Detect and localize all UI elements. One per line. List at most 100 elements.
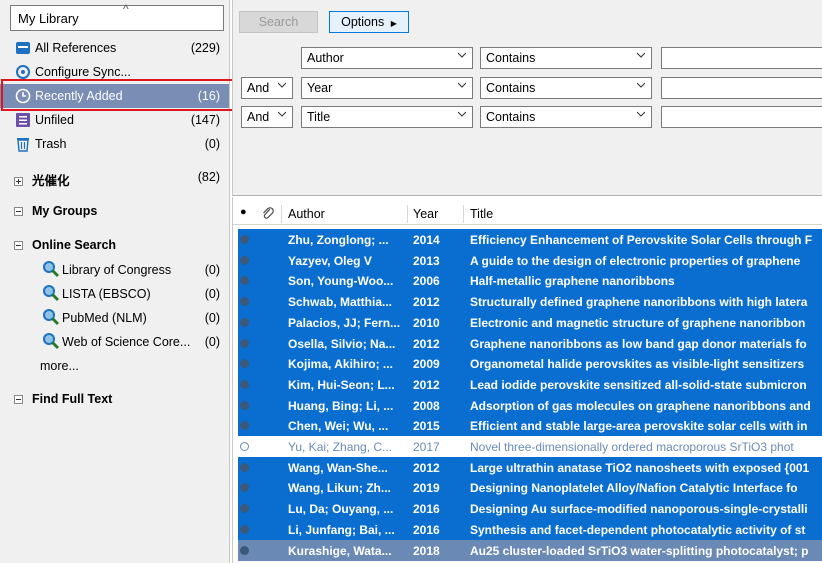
read-status-dot-icon[interactable] [240,379,249,389]
collapse-icon[interactable] [14,207,23,216]
search-text-input-2[interactable] [661,77,822,99]
table-row[interactable]: Yu, Kai; Zhang, C... 2017 Novel three-dime… [238,436,822,457]
select-value: Contains [486,51,536,65]
column-separator[interactable] [407,205,408,223]
online-search-label: Library of Congress [62,263,172,277]
read-status-column-icon[interactable]: ● [240,206,247,218]
column-header-author[interactable]: Author [288,207,325,221]
read-status-dot-icon[interactable] [240,338,249,348]
online-search-web-of-science[interactable]: Web of Science Core... (0) [40,329,229,353]
search-operator-select-3[interactable]: Contains [480,106,652,128]
row-year: 2012 [413,336,440,351]
search-text-input-3[interactable] [661,106,822,128]
sidebar-item-count: (16) [197,89,220,103]
read-status-dot-icon[interactable] [240,524,249,534]
online-search-header[interactable]: Online Search [14,238,116,252]
my-groups-header[interactable]: My Groups [14,204,97,218]
online-search-lista[interactable]: LISTA (EBSCO) (0) [40,281,229,305]
table-row[interactable]: Kim, Hui-Seon; L... 2012 Lead iodide perov… [238,373,822,395]
row-title: Organometal halide perovskites as visibl… [470,357,805,372]
search-operator-select-2[interactable]: Contains [480,77,652,99]
library-selector[interactable]: ^ My Library [10,2,224,31]
read-status-dot-icon[interactable] [240,317,249,327]
column-separator[interactable] [281,205,282,223]
search-button[interactable]: Search [239,11,318,33]
sidebar-item-unfiled[interactable]: Unfiled (147) [0,108,229,132]
search-icon [43,333,60,350]
row-author: Osella, Silvio; Na... [288,336,396,351]
read-status-dot-icon[interactable] [240,276,249,286]
table-row[interactable]: Zhu, Zonglong; ... 2014 Efficiency Enhance… [238,229,822,250]
collapse-icon[interactable] [14,395,23,404]
collapse-icon[interactable] [14,241,23,250]
all-references-icon [16,42,30,54]
search-operator-select-1[interactable]: Contains [480,47,652,69]
table-row[interactable]: Wang, Likun; Zh... 2019 Designing Nanoplat… [238,477,822,499]
sidebar-item-count: (229) [190,41,220,55]
table-row[interactable]: Schwab, Matthia... 2012 Structurally defin… [238,291,822,313]
table-row[interactable]: Li, Junfang; Bai, ... 2016 Synthesis and f… [238,518,822,540]
read-status-dot-icon[interactable] [240,255,249,265]
read-status-dot-icon[interactable] [240,483,249,493]
table-row[interactable]: Osella, Silvio; Na... 2012 Graphene nanori… [238,332,822,354]
table-row[interactable]: Wang, Wan-She... 2012 Large ultrathin anat… [238,456,822,478]
column-header-title[interactable]: Title [470,207,493,221]
read-status-dot-icon[interactable] [240,400,249,410]
search-text-input-1[interactable] [661,47,822,69]
table-row[interactable]: Chen, Wei; Wu, ... 2015 Efficient and stab… [238,415,822,437]
expand-icon[interactable] [14,177,23,186]
row-author: Yu, Kai; Zhang, C... [288,440,393,454]
row-year: 2006 [413,274,440,289]
chevron-down-icon [458,52,466,58]
read-status-dot-icon[interactable] [240,504,249,514]
online-search-more-link[interactable]: more... [40,359,79,373]
options-label: Options [341,15,385,29]
row-title: Au25 cluster-loaded SrTiO3 water-splitti… [470,543,809,558]
row-year: 2008 [413,398,440,413]
online-search-pubmed[interactable]: PubMed (NLM) (0) [40,305,229,329]
online-search-library-of-congress[interactable]: Library of Congress (0) [40,257,229,281]
triangle-right-icon: ▶ [390,19,397,28]
read-status-dot-icon[interactable] [240,462,249,472]
find-full-text-header[interactable]: Find Full Text [14,392,112,406]
read-status-dot-icon[interactable] [240,235,249,244]
read-status-dot-icon[interactable] [240,359,249,369]
table-row[interactable]: Lu, Da; Ouyang, ... 2016 Designing Au surf… [238,498,822,520]
column-separator[interactable] [463,205,464,223]
read-status-dot-icon[interactable] [240,421,249,431]
row-title: Half-metallic graphene nanoribbons [470,274,675,289]
table-row[interactable]: Yazyev, Oleg V 2013 A guide to the design … [238,249,822,271]
group-label: Online Search [32,238,117,252]
sidebar-item-configure-sync[interactable]: Configure Sync... [0,60,229,84]
unread-status-dot-icon[interactable] [240,442,249,451]
search-field-select-3[interactable]: Title [301,106,473,128]
table-row[interactable]: Huang, Bing; Li, ... 2008 Adsorption of ga… [238,394,822,416]
row-author: Zhu, Zonglong; ... [288,233,389,247]
online-search-count: (0) [204,311,220,325]
sidebar-item-recently-added[interactable]: Recently Added (16) [0,84,229,108]
options-button[interactable]: Options ▶ [329,11,409,33]
column-header-year[interactable]: Year [413,207,438,221]
sidebar-item-trash[interactable]: Trash (0) [0,132,229,156]
read-status-dot-icon[interactable] [240,297,249,307]
row-author: Son, Young-Woo... [288,274,394,289]
search-bool-select-3[interactable]: And [241,106,293,128]
row-year: 2013 [413,253,440,268]
sync-icon [16,65,30,79]
row-author: Schwab, Matthia... [288,295,393,310]
table-row[interactable]: Son, Young-Woo... 2006 Half-metallic graph… [238,270,822,292]
search-field-select-2[interactable]: Year [301,77,473,99]
table-row[interactable]: Palacios, JJ; Fern... 2010 Electronic and … [238,311,822,333]
group-photocatalysis[interactable]: 光催化 [14,170,70,189]
table-row[interactable]: Kojima, Akihiro; ... 2009 Organometal hali… [238,353,822,375]
read-status-dot-icon[interactable] [240,545,249,555]
row-title: A guide to the design of electronic prop… [470,253,801,268]
row-title: Designing Au surface-modified nanoporous… [470,502,808,517]
collapse-caret-icon[interactable]: ^ [123,2,129,16]
search-field-select-1[interactable]: Author [301,47,473,69]
search-bool-select-2[interactable]: And [241,77,293,99]
attachment-column-icon[interactable] [261,206,275,220]
group-label: Find Full Text [32,392,113,406]
sidebar-item-all-references[interactable]: All References (229) [0,36,229,60]
table-row[interactable]: Kurashige, Wata... 2018 Au25 cluster-loade… [238,539,822,561]
